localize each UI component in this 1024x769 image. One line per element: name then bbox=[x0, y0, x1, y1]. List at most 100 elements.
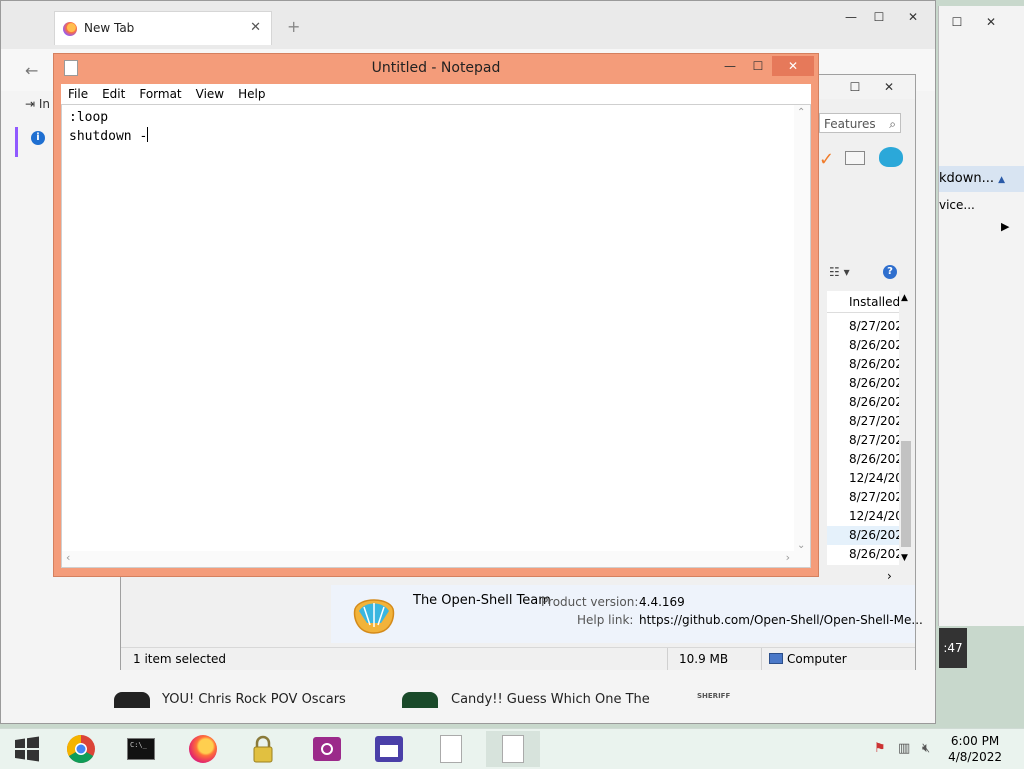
table-row[interactable]: 8/26/2021 bbox=[827, 336, 905, 355]
taskbar-notepad-1[interactable] bbox=[424, 731, 478, 767]
tab-label: New Tab bbox=[84, 21, 135, 35]
notepad-maximize-button[interactable]: ☐ bbox=[740, 56, 776, 76]
details-pane: The Open-Shell Team Product version: 4.4… bbox=[331, 585, 923, 643]
network-icon[interactable]: ▥ bbox=[898, 741, 910, 756]
video-title[interactable]: YOU! Chris Rock POV Oscars bbox=[162, 692, 346, 707]
taskbar-cmd[interactable]: C:\_ bbox=[114, 731, 168, 767]
status-bar: 1 item selected 10.9 MB Computer bbox=[121, 647, 915, 670]
sidebar-accent bbox=[15, 127, 18, 157]
programs-scrollbar[interactable]: ▲ ▼ bbox=[899, 291, 913, 565]
programs-close-button[interactable]: ✕ bbox=[871, 77, 907, 97]
table-row[interactable]: 8/26/2021 bbox=[827, 526, 905, 545]
status-divider bbox=[667, 648, 668, 670]
thumbnail-logo bbox=[402, 692, 438, 708]
status-selected-count: 1 item selected bbox=[133, 652, 227, 666]
menu-help[interactable]: Help bbox=[231, 84, 272, 104]
scroll-left-icon[interactable]: ‹ bbox=[66, 551, 70, 564]
table-row[interactable]: 8/27/2021 bbox=[827, 488, 905, 507]
browser-tabstrip: New Tab ✕ + — ☐ ✕ bbox=[1, 1, 935, 49]
notepad-content: :loop shutdown - bbox=[69, 109, 149, 146]
document-icon bbox=[440, 735, 462, 763]
help-link-label: Help link: bbox=[577, 613, 634, 627]
speaker-muted-icon[interactable]: 🔇︎ bbox=[922, 741, 930, 756]
text-line: shutdown - bbox=[69, 129, 148, 144]
product-version-label: Product version: bbox=[541, 595, 639, 609]
menu-format[interactable]: Format bbox=[132, 84, 188, 104]
menu-view[interactable]: View bbox=[189, 84, 231, 104]
taskbar-lock[interactable] bbox=[236, 731, 290, 767]
table-row[interactable]: 12/24/2021 bbox=[827, 507, 905, 526]
scroll-down-icon[interactable]: ▼ bbox=[901, 553, 908, 563]
chrome-icon bbox=[67, 735, 95, 763]
tab-close-icon[interactable]: ✕ bbox=[250, 20, 261, 35]
firefox-icon bbox=[189, 735, 217, 763]
action-center-flag-icon[interactable]: ⚑ bbox=[874, 741, 886, 756]
table-row[interactable]: 8/27/2021 bbox=[827, 412, 905, 431]
table-row[interactable]: 8/26/2021 bbox=[827, 393, 905, 412]
notepad-text-area[interactable]: :loop shutdown - ⌃ ⌄ ‹ › bbox=[61, 104, 811, 568]
system-clock[interactable]: 6:00 PM 4/8/2022 bbox=[948, 733, 1002, 765]
search-input[interactable]: Features ⌕ bbox=[819, 113, 901, 133]
notepad-horizontal-scrollbar[interactable]: ‹ › bbox=[62, 551, 810, 567]
help-link[interactable]: https://github.com/Open-Shell/Open-Shell… bbox=[639, 613, 923, 627]
video-thumbnail[interactable]: :47 bbox=[939, 628, 967, 668]
text-line: :loop bbox=[69, 110, 109, 125]
table-row[interactable]: 8/26/2021 bbox=[827, 374, 905, 393]
collapse-icon[interactable]: ▲ bbox=[998, 175, 1005, 185]
menu-file[interactable]: File bbox=[61, 84, 95, 104]
scroll-down-icon[interactable]: ⌄ bbox=[797, 540, 805, 551]
table-row[interactable]: 8/26/2021 bbox=[827, 545, 905, 564]
taskbar-camera[interactable] bbox=[300, 731, 354, 767]
product-version-value: 4.4.169 bbox=[639, 595, 685, 609]
chevron-right-icon[interactable]: ▶ bbox=[1001, 220, 1009, 233]
scroll-right-icon[interactable]: › bbox=[786, 551, 790, 564]
help-icon[interactable]: ? bbox=[883, 265, 897, 279]
notepad-close-button[interactable]: ✕ bbox=[772, 56, 814, 76]
thumbnail-logo bbox=[114, 692, 150, 708]
lock-icon bbox=[253, 735, 273, 763]
table-row[interactable]: 8/26/2021 bbox=[827, 450, 905, 469]
video-title[interactable]: Candy!! Guess Which One The bbox=[451, 692, 650, 707]
right-window-maximize-button[interactable]: ☐ bbox=[939, 12, 975, 32]
right-window-close-button[interactable]: ✕ bbox=[973, 12, 1009, 32]
document-icon bbox=[502, 735, 524, 763]
table-row[interactable]: 8/26/2021 bbox=[827, 355, 905, 374]
scroll-thumb[interactable] bbox=[901, 441, 911, 547]
browser-maximize-button[interactable]: ☐ bbox=[861, 7, 897, 27]
programs-rows: 8/27/2021 8/26/2021 8/26/2021 8/26/2021 8/26… bbox=[827, 317, 905, 564]
windows-logo-icon bbox=[15, 736, 39, 762]
programs-maximize-button[interactable]: ☐ bbox=[837, 77, 873, 97]
programs-list: Installed On 8/27/20218/26/20218/26/2021… bbox=[827, 291, 905, 565]
menu-edit[interactable]: Edit bbox=[95, 84, 132, 104]
browser-close-button[interactable]: ✕ bbox=[895, 7, 931, 27]
command-prompt-icon: C:\_ bbox=[127, 738, 155, 760]
scroll-up-icon[interactable]: ⌃ bbox=[797, 107, 805, 118]
right-window-header[interactable]: kdown... ▲ bbox=[939, 166, 1024, 192]
camera-icon bbox=[313, 737, 341, 761]
back-arrow-icon[interactable]: ← bbox=[25, 61, 38, 80]
taskbar-notepad-2[interactable] bbox=[486, 731, 540, 767]
new-tab-button[interactable]: + bbox=[287, 17, 300, 36]
open-shell-icon[interactable] bbox=[879, 147, 903, 167]
publisher-name: The Open-Shell Team bbox=[413, 593, 551, 608]
right-window-item[interactable]: vice... bbox=[939, 192, 975, 218]
taskbar-calendar[interactable] bbox=[362, 731, 416, 767]
view-options-icon[interactable]: ☷ ▾ bbox=[829, 265, 850, 279]
status-location: Computer bbox=[787, 652, 847, 666]
notepad-window: Untitled - Notepad — ☐ ✕ File Edit Format V… bbox=[53, 53, 819, 577]
column-header-installed-on[interactable]: Installed On bbox=[827, 291, 905, 313]
envelope-icon[interactable] bbox=[845, 151, 865, 165]
table-row[interactable]: 12/24/2021 bbox=[827, 469, 905, 488]
notepad-menubar: File Edit Format View Help bbox=[61, 84, 811, 104]
table-row[interactable]: 8/27/2021 bbox=[827, 431, 905, 450]
scroll-right-icon[interactable]: › bbox=[887, 569, 892, 583]
status-divider bbox=[761, 648, 762, 670]
start-button[interactable] bbox=[0, 731, 54, 767]
browser-tab-new-tab[interactable]: New Tab ✕ bbox=[54, 11, 272, 45]
scroll-up-icon[interactable]: ▲ bbox=[901, 293, 908, 303]
notepad-vertical-scrollbar[interactable]: ⌃ ⌄ bbox=[794, 105, 810, 567]
notepad-title: Untitled - Notepad bbox=[371, 60, 501, 76]
table-row[interactable]: 8/27/2021 bbox=[827, 317, 905, 336]
taskbar-chrome[interactable] bbox=[54, 731, 108, 767]
taskbar-firefox[interactable] bbox=[176, 731, 230, 767]
